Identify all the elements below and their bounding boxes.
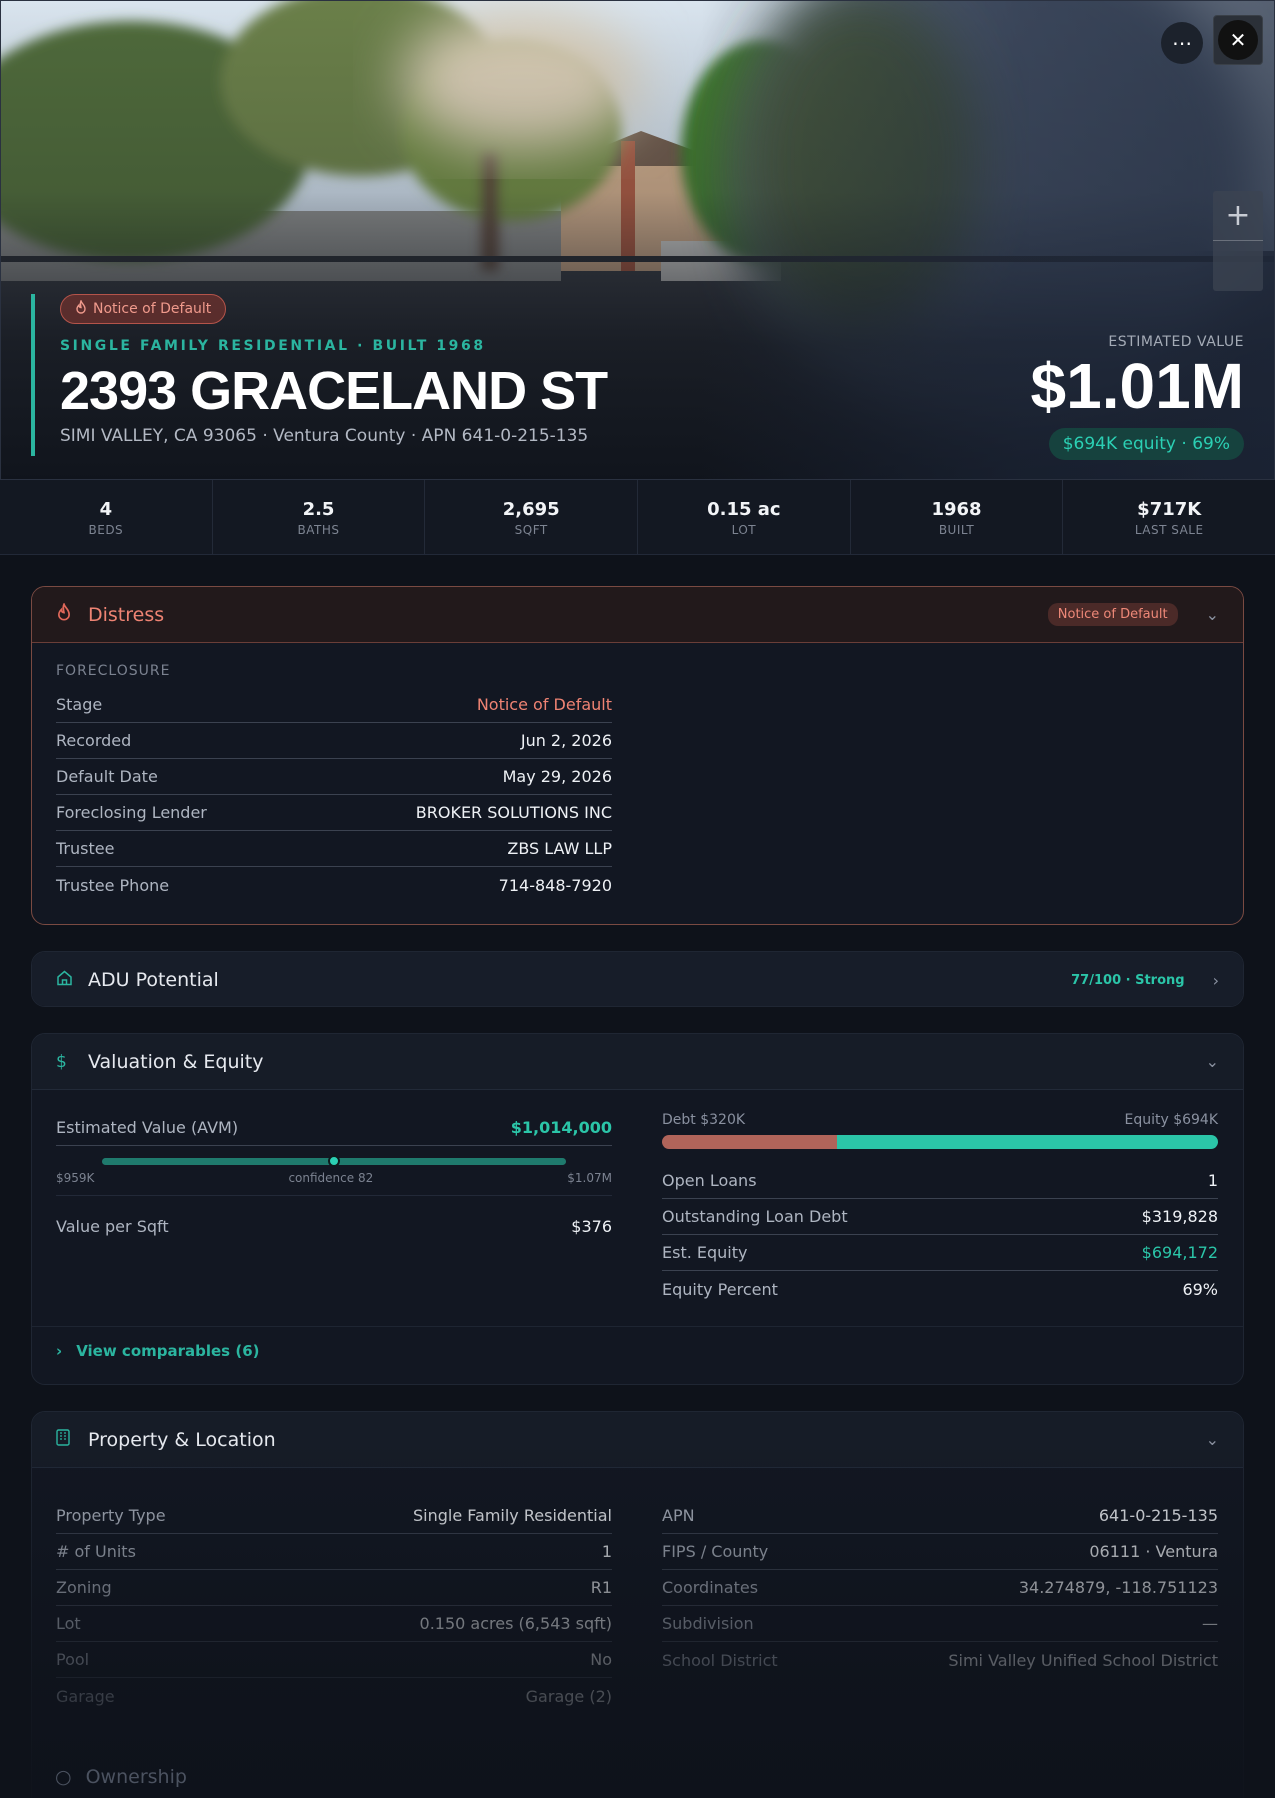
distress-header[interactable]: Distress Notice of Default ⌄ [32,587,1243,643]
kv-row: Pool No [56,1642,612,1678]
kv-row: # of Units 1 [56,1534,612,1570]
equity-pill: $694K equity · 69% [1048,428,1244,460]
kv-row: Stage Notice of Default [56,687,612,723]
dollar-icon: $ [56,1051,67,1072]
stat-baths: 2.5 BATHS [213,480,426,554]
ownership-header[interactable]: ○ Ownership [55,1766,187,1788]
chevron-down-icon[interactable]: ⌄ [1206,1052,1219,1071]
avm-range-high: $1.07M [567,1171,612,1185]
chevron-right-icon: › [56,1342,63,1360]
kv-row: Trustee ZBS LAW LLP [56,831,612,867]
chevron-down-icon[interactable]: ⌄ [1206,1430,1219,1449]
kv-row: Garage Garage (2) [56,1686,612,1706]
kv-row: Open Loans 1 [662,1163,1218,1199]
adu-title: ADU Potential [88,969,219,991]
kv-row: Subdivision — [662,1606,1218,1642]
distress-badge: Notice of Default [1047,603,1178,626]
estimated-value-label: ESTIMATED VALUE [1108,334,1244,350]
flame-icon [56,602,74,626]
foreclosure-section-label: FORECLOSURE [56,663,171,679]
zoom-in-button[interactable]: + [1213,191,1263,241]
flame-icon [75,299,87,318]
kv-row: Foreclosing Lender BROKER SOLUTIONS INC [56,795,612,831]
foreclosure-details: FORECLOSURE Stage Notice of Default Recor… [56,663,612,903]
debt-segment [662,1135,838,1149]
chevron-down-icon[interactable]: ⌄ [1206,605,1219,624]
more-options-button[interactable]: ⋯ [1161,22,1203,64]
zoom-control: + [1213,191,1263,291]
kv-row: School District Simi Valley Unified Schoo… [662,1650,1218,1670]
property-subaddress: SIMI VALLEY, CA 93065 · Ventura County ·… [60,426,589,446]
close-icon: ✕ [1229,28,1247,52]
kv-row: APN 641-0-215-135 [662,1498,1218,1534]
close-button[interactable]: ✕ [1213,15,1263,65]
stat-built: 1968 BUILT [851,480,1064,554]
avm-block: Estimated Value (AVM) $1,014,000 $959K c… [56,1110,612,1256]
kv-row: Property Type Single Family Residential [56,1498,612,1534]
kv-row: Default Date May 29, 2026 [56,759,612,795]
stats-bar: 4 BEDS 2.5 BATHS 2,695 SQFT 0.15 ac LOT 1968… [0,480,1275,555]
kv-row: FIPS / County 06111 · Ventura [662,1534,1218,1570]
stat-last-sale: $717K LAST SALE [1134,499,1204,537]
debt-equity-bar [662,1135,1218,1149]
kv-row: Lot 0.150 acres (6,543 sqft) [56,1606,612,1642]
home-icon [56,970,74,991]
plus-icon: + [1225,198,1251,233]
stat-beds: 4 BEDS [0,480,213,554]
property-header[interactable]: Property & Location ⌄ [32,1412,1243,1468]
avm-range-marker [328,1155,340,1167]
building-icon [56,1428,74,1451]
kv-row: Value per Sqft $376 [56,1216,612,1236]
property-title: Property & Location [88,1428,276,1451]
kv-row: Zoning R1 [56,1570,612,1606]
kv-row: Recorded Jun 2, 2026 [56,723,612,759]
equity-block: Debt $320K Equity $694K Open Loans 1 Outs… [662,1112,1218,1307]
estimated-value-block: ESTIMATED VALUE $1.01M $694K equity · 69… [1031,334,1244,460]
debt-label: Debt $320K [662,1112,746,1128]
distress-title: Distress [88,603,165,626]
distress-pill: Notice of Default [60,294,227,324]
more-horizontal-icon: ⋯ [1172,31,1192,55]
valuation-card: $ Valuation & Equity ⌄ Estimated Value (… [31,1033,1244,1385]
stat-lot: 0.15 ac LOT [638,480,851,554]
avm-label: Estimated Value (AVM) [56,1118,239,1137]
property-address: 2393 GRACELAND ST [60,361,608,421]
kv-row: Outstanding Loan Debt $319,828 [662,1199,1218,1235]
avm-confidence: confidence 82 [288,1171,374,1185]
user-icon: ○ [55,1766,72,1788]
kv-row: Equity Percent 69% [662,1279,1218,1299]
kv-row: Trustee Phone 714-848-7920 [56,875,612,895]
hero-info: Notice of Default SINGLE FAMILY RESIDENT… [31,294,608,456]
property-eyebrow: SINGLE FAMILY RESIDENTIAL · BUILT 1968 [60,338,486,354]
equity-label: Equity $694K [1124,1112,1218,1128]
equity-segment [837,1135,1218,1149]
property-card: Property & Location ⌄ Property Type Singl… [31,1411,1244,1798]
estimated-value: $1.01M [1030,350,1244,422]
avm-range-low: $959K [56,1171,95,1185]
valuation-title: Valuation & Equity [88,1050,264,1073]
view-comparables-link[interactable]: › View comparables (6) [56,1342,259,1360]
distress-card: Distress Notice of Default ⌄ FORECLOSURE… [31,586,1244,925]
stat-sqft: 2,695 SQFT [425,480,639,554]
property-left-details: Property Type Single Family Residential #… [56,1498,612,1714]
ownership-title: Ownership [85,1766,187,1788]
avm-value: $1,014,000 [510,1118,612,1137]
valuation-header[interactable]: $ Valuation & Equity ⌄ [32,1034,1243,1090]
kv-row: Est. Equity $694,172 [662,1235,1218,1271]
adu-score: 77/100 · Strong [1071,972,1185,988]
property-right-details: APN 641-0-215-135 FIPS / County 06111 · Ve… [662,1498,1218,1678]
avm-range-bar [102,1155,566,1167]
chevron-right-icon[interactable]: › [1213,971,1219,990]
zoom-out-button[interactable] [1213,241,1263,291]
avm-row: Estimated Value (AVM) $1,014,000 [56,1110,612,1146]
hero-photo: ⋯ ✕ + Notice of Default SINGLE FAMILY RE… [0,0,1275,480]
adu-card[interactable]: ADU Potential 77/100 · Strong › [31,951,1244,1007]
adu-header[interactable]: ADU Potential 77/100 · Strong › [32,952,1243,1006]
kv-row: Coordinates 34.274879, -118.751123 [662,1570,1218,1606]
avm-range-labels: $959K confidence 82 $1.07M [56,1171,612,1196]
debt-equity-labels: Debt $320K Equity $694K [662,1112,1218,1128]
